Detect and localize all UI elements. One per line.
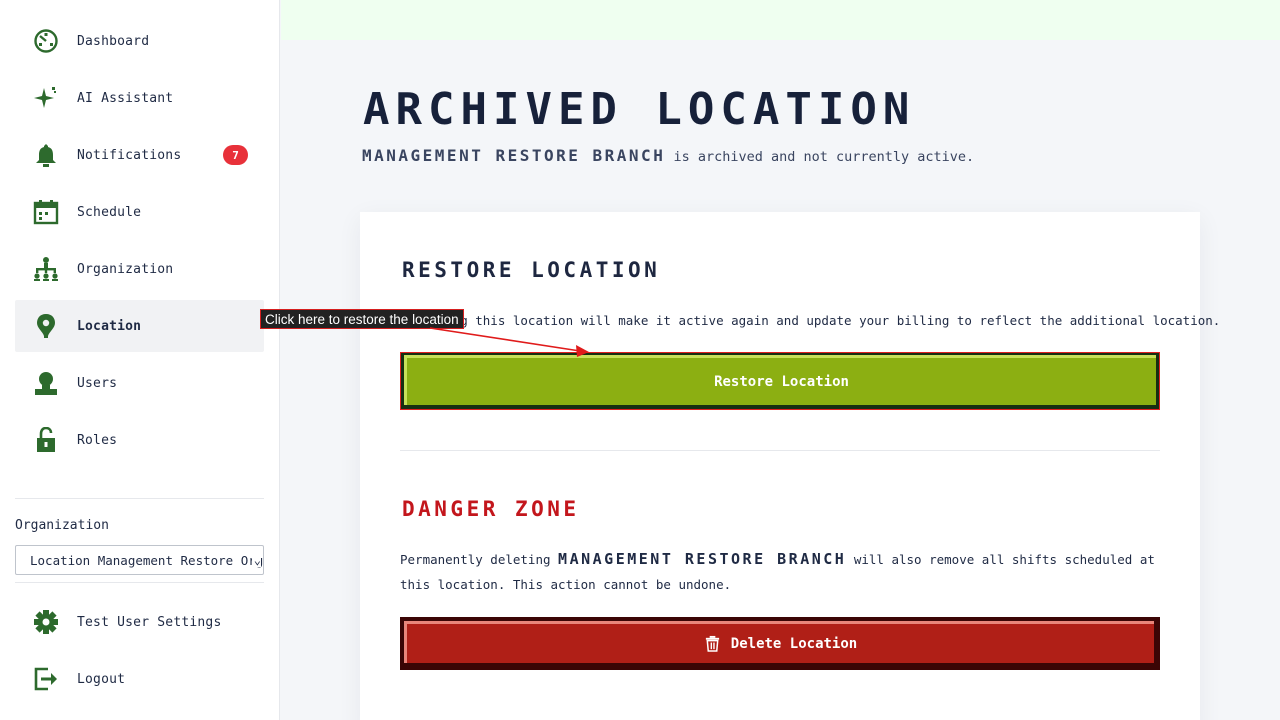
- sparkle-icon: [32, 84, 60, 112]
- delete-button-label: Delete Location: [730, 635, 858, 652]
- sidebar-item-label: Dashboard: [77, 33, 150, 49]
- sidebar-item-label: Location: [77, 318, 142, 334]
- lock-icon: [32, 426, 60, 454]
- user-icon: [32, 369, 60, 397]
- sidebar-item-location[interactable]: Location: [15, 300, 264, 352]
- sidebar-item-label: Logout: [77, 671, 126, 687]
- delete-location-button[interactable]: Delete Location: [400, 617, 1160, 670]
- chevron-down-icon: ⌄: [251, 553, 261, 567]
- org-chart-icon: [32, 255, 60, 283]
- organization-label: Organization: [15, 518, 109, 533]
- restore-description: Restoring this location will make it act…: [400, 313, 1221, 328]
- danger-text-before: Permanently deleting: [400, 552, 559, 567]
- annotation-tooltip: Click here to restore the location: [260, 309, 464, 329]
- sidebar-item-schedule[interactable]: Schedule: [15, 186, 264, 238]
- calendar-icon: [32, 198, 60, 226]
- section-divider: [400, 450, 1160, 451]
- sidebar-divider: [15, 582, 264, 583]
- location-pin-icon: [32, 312, 60, 340]
- logout-icon: [32, 665, 60, 693]
- top-banner: [281, 0, 1280, 40]
- sidebar-item-dashboard[interactable]: Dashboard: [15, 15, 264, 67]
- sidebar-item-label: Users: [77, 375, 118, 391]
- sidebar-item-notifications[interactable]: Notifications 7: [15, 129, 264, 181]
- page-subtitle: Management Restore Branch is archived an…: [362, 146, 974, 165]
- danger-zone-title: Danger Zone: [402, 497, 580, 521]
- restore-location-button[interactable]: Restore Location: [400, 352, 1160, 410]
- location-name: Management Restore Branch: [362, 146, 666, 165]
- sidebar-item-label: Test User Settings: [77, 614, 222, 630]
- sidebar-item-label: Organization: [77, 261, 174, 277]
- page-title: Archived Location: [363, 84, 916, 135]
- delete-button-face: Delete Location: [404, 621, 1154, 663]
- sidebar-item-settings[interactable]: Test User Settings: [15, 596, 264, 648]
- sidebar-item-label: Schedule: [77, 204, 142, 220]
- bell-icon: [32, 141, 60, 169]
- page-subtitle-text: is archived and not currently active.: [665, 149, 975, 165]
- organization-select-value: Location Management Restore Org: [30, 552, 264, 568]
- sidebar-item-label: Notifications: [77, 147, 182, 163]
- restore-button-face: Restore Location: [404, 355, 1156, 405]
- sidebar-item-ai-assistant[interactable]: AI Assistant: [15, 72, 264, 124]
- sidebar: Dashboard AI Assistant Notifications 7 S…: [0, 0, 280, 720]
- restore-button-label: Restore Location: [714, 373, 849, 390]
- sidebar-item-logout[interactable]: Logout: [15, 653, 264, 705]
- sidebar-item-label: AI Assistant: [77, 90, 174, 106]
- danger-description: Permanently deleting Management Restore …: [400, 547, 1160, 597]
- trash-icon: [704, 635, 731, 652]
- organization-select[interactable]: Location Management Restore Org ⌄: [15, 545, 264, 575]
- notification-count-badge: 7: [223, 145, 248, 165]
- sidebar-item-organization[interactable]: Organization: [15, 243, 264, 295]
- sidebar-item-label: Roles: [77, 432, 118, 448]
- sidebar-item-users[interactable]: Users: [15, 357, 264, 409]
- sidebar-item-roles[interactable]: Roles: [15, 414, 264, 466]
- partially-hidden-nav-icon: [34, 486, 58, 492]
- restore-section-title: Restore Location: [402, 258, 661, 282]
- dashboard-icon: [32, 27, 60, 55]
- danger-location-name: Management Restore Branch: [558, 550, 847, 568]
- gear-icon: [32, 608, 60, 636]
- sidebar-divider: [15, 498, 264, 499]
